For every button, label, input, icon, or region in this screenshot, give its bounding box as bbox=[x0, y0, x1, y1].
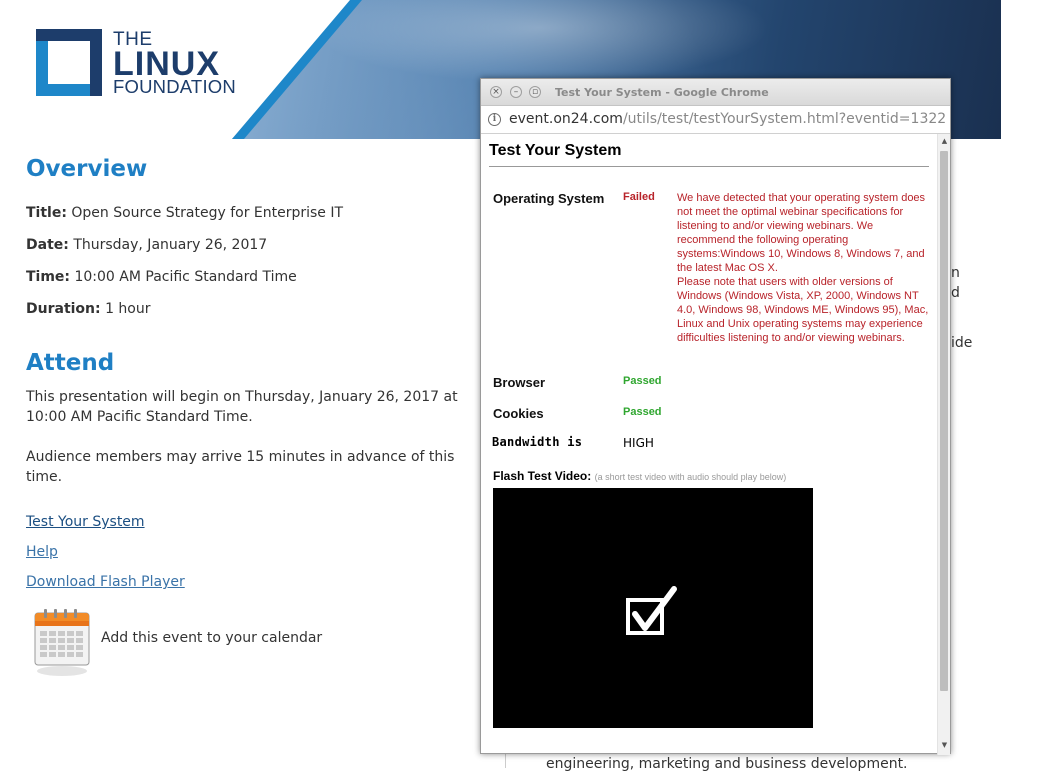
url-text[interactable]: event.on24.com/utils/test/testYourSystem… bbox=[509, 111, 946, 127]
linux-foundation-logo-icon bbox=[36, 29, 102, 96]
heading-divider bbox=[489, 166, 929, 167]
bandwidth-label: Bandwidth is bbox=[492, 435, 583, 449]
address-bar[interactable]: i event.on24.com/utils/test/testYourSyst… bbox=[481, 106, 950, 134]
help-link[interactable]: Help bbox=[26, 544, 58, 560]
attend-heading: Attend bbox=[26, 350, 115, 376]
flash-test-title: Flash Test Video: bbox=[493, 469, 592, 483]
title-value: Open Source Strategy for Enterprise IT bbox=[71, 205, 344, 221]
background-text-fragment: n bbox=[951, 265, 960, 281]
popup-heading: Test Your System bbox=[489, 142, 622, 159]
browser-label: Browser bbox=[493, 375, 546, 390]
title-line: Title: Open Source Strategy for Enterpri… bbox=[26, 205, 343, 221]
date-label: Date: bbox=[26, 237, 69, 253]
flash-test-label: Flash Test Video: (a short test video wi… bbox=[493, 469, 786, 483]
bandwidth-value: HIGH bbox=[623, 436, 654, 450]
title-label: Title: bbox=[26, 205, 67, 221]
url-path: /utils/test/testYourSystem.html?eventid=… bbox=[622, 111, 947, 127]
scroll-up-icon[interactable]: ▲ bbox=[940, 137, 949, 146]
flash-test-note: (a short test video with audio should pl… bbox=[594, 472, 787, 482]
time-label: Time: bbox=[26, 269, 71, 285]
logo-wordmark: THE LINUX FOUNDATION bbox=[113, 30, 236, 97]
url-host: event.on24.com bbox=[509, 111, 623, 127]
checkmark-icon bbox=[626, 586, 677, 635]
time-value: 10:00 AM Pacific Standard Time bbox=[74, 269, 297, 285]
duration-line: Duration: 1 hour bbox=[26, 301, 151, 317]
time-line: Time: 10:00 AM Pacific Standard Time bbox=[26, 269, 297, 285]
test-your-system-popup-window: × – ▫ Test Your System - Google Chrome i… bbox=[480, 78, 951, 755]
background-text-fragment: d bbox=[951, 285, 960, 301]
background-text-fragment: ide bbox=[951, 335, 973, 351]
cookies-label: Cookies bbox=[493, 406, 544, 421]
popup-content: Test Your System Operating System Failed… bbox=[481, 134, 938, 755]
window-title: Test Your System - Google Chrome bbox=[555, 86, 769, 99]
download-flash-player-link[interactable]: Download Flash Player bbox=[26, 574, 185, 590]
os-status: Failed bbox=[623, 191, 655, 203]
logo-line-3: FOUNDATION bbox=[113, 76, 236, 97]
browser-status: Passed bbox=[623, 375, 662, 387]
duration-label: Duration: bbox=[26, 301, 101, 317]
calendar-icon[interactable] bbox=[34, 607, 90, 679]
close-icon[interactable]: × bbox=[490, 86, 502, 98]
popup-scrollbar[interactable]: ▲ ▼ bbox=[937, 134, 950, 755]
add-to-calendar-text[interactable]: Add this event to your calendar bbox=[101, 630, 322, 646]
os-message: We have detected that your operating sys… bbox=[677, 192, 929, 344]
minimize-icon[interactable]: – bbox=[510, 86, 522, 98]
info-icon[interactable]: i bbox=[488, 113, 501, 126]
background-text-fragment: engineering, marketing and business deve… bbox=[546, 756, 908, 772]
attend-paragraph-1: This presentation will begin on Thursday… bbox=[26, 389, 458, 425]
flash-test-video[interactable] bbox=[493, 488, 813, 728]
os-label: Operating System bbox=[493, 191, 605, 206]
scrollbar-thumb[interactable] bbox=[940, 151, 948, 691]
date-value: Thursday, January 26, 2017 bbox=[73, 237, 268, 253]
date-line: Date: Thursday, January 26, 2017 bbox=[26, 237, 267, 253]
window-titlebar[interactable]: × – ▫ Test Your System - Google Chrome bbox=[481, 79, 950, 106]
overview-heading: Overview bbox=[26, 156, 148, 182]
cookies-status: Passed bbox=[623, 406, 662, 418]
scroll-down-icon[interactable]: ▼ bbox=[940, 741, 949, 750]
duration-value: 1 hour bbox=[105, 301, 151, 317]
maximize-icon[interactable]: ▫ bbox=[529, 86, 541, 98]
attend-paragraph-2: Audience members may arrive 15 minutes i… bbox=[26, 449, 455, 485]
test-your-system-link[interactable]: Test Your System bbox=[26, 514, 145, 530]
